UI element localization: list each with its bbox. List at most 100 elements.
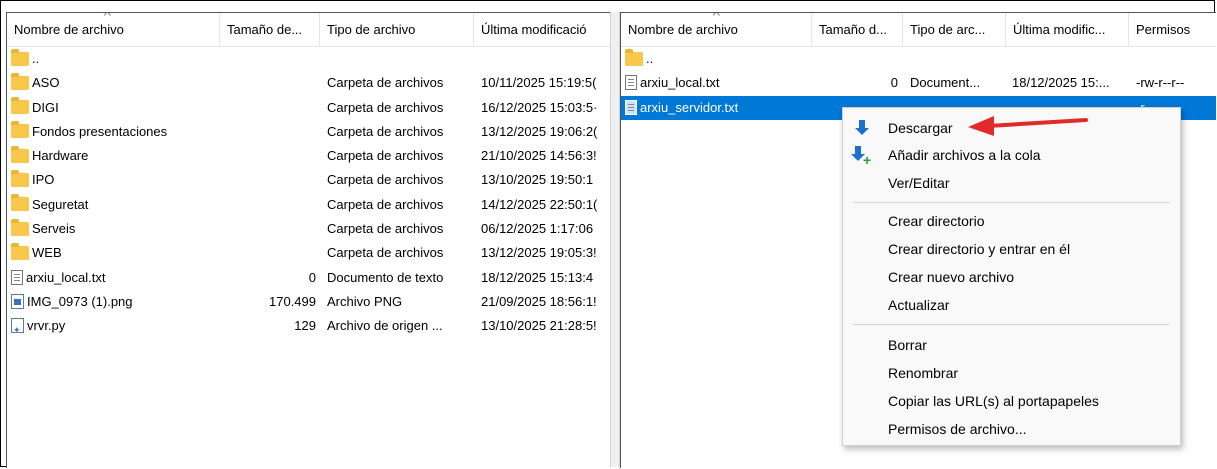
pane-splitter[interactable] — [610, 12, 620, 467]
menu-item-label: Copiar las URL(s) al portapapeles — [888, 393, 1099, 409]
local-file-row[interactable]: IMG_0973 (1).png 170.499 Archivo PNG 21/09/… — [7, 290, 611, 314]
add-to-queue-icon: + — [851, 146, 871, 167]
menu-item-create-file[interactable]: Crear nuevo archivo — [843, 264, 1180, 291]
text-file-icon — [625, 99, 637, 115]
menu-item-create-directory-enter[interactable]: Crear directorio y entrar en él — [843, 236, 1180, 263]
file-name: ASO — [11, 71, 220, 95]
remote-col-modified[interactable]: Última modific... — [1006, 13, 1129, 46]
local-file-list[interactable]: ^ Nombre de archivo Tamaño de... Tipo de… — [6, 12, 611, 468]
folder-icon — [11, 121, 29, 139]
folder-icon — [11, 218, 29, 236]
menu-item-delete[interactable]: Borrar — [843, 332, 1180, 359]
file-modified: 14/12/2025 22:50:1( — [481, 196, 598, 212]
folder-icon — [11, 194, 29, 212]
menu-item-download[interactable]: Descargar — [843, 115, 1180, 142]
file-name: vrvr.py — [11, 314, 220, 338]
file-name-label: vrvr.py — [27, 318, 66, 334]
remote-col-size[interactable]: Tamaño d... — [812, 13, 903, 46]
file-size: 170.499 — [269, 293, 316, 309]
file-name-label: ASO — [32, 75, 60, 91]
local-file-row[interactable]: WEB Carpeta de archivos 13/12/2025 19:05:3… — [7, 241, 611, 265]
file-type — [910, 47, 1006, 71]
folder-icon — [11, 48, 29, 66]
menu-item-label: Crear directorio y entrar en él — [888, 241, 1071, 257]
menu-item-rename[interactable]: Renombrar — [843, 360, 1180, 387]
file-name: arxiu_local.txt — [11, 266, 220, 290]
local-col-type[interactable]: Tipo de archivo — [320, 13, 474, 46]
local-col-name[interactable]: Nombre de archivo — [7, 13, 220, 46]
folder-icon — [11, 97, 29, 115]
local-file-row[interactable]: vrvr.py 129 Archivo de origen ... 13/10/202… — [7, 314, 611, 338]
file-name: Seguretat — [11, 193, 220, 217]
file-name: Fondos presentaciones — [11, 120, 220, 144]
file-type: Carpeta de archivos — [327, 99, 444, 115]
local-file-row[interactable]: DIGI Carpeta de archivos 16/12/2025 15:03:… — [7, 96, 611, 120]
local-file-row[interactable]: Fondos presentaciones Carpeta de archivos… — [7, 120, 611, 144]
remote-col-type[interactable]: Tipo de arc... — [903, 13, 1006, 46]
remote-file-row[interactable]: arxiu_local.txt 0 Document... 18/12/2025 15… — [621, 71, 1216, 95]
file-size — [220, 120, 316, 144]
local-file-row[interactable]: Seguretat Carpeta de archivos 14/12/2025 2… — [7, 193, 611, 217]
local-file-row[interactable]: ASO Carpeta de archivos 10/11/2025 15:19:5… — [7, 71, 611, 95]
folder-icon — [11, 170, 29, 188]
local-col-modified[interactable]: Última modificació — [474, 13, 611, 46]
local-rows: .. ASO Carpeta de archivos 10/11/2025 15:19… — [7, 47, 611, 339]
file-size: 129 — [294, 318, 316, 334]
text-file-icon — [625, 75, 637, 91]
menu-item-copy-urls[interactable]: Copiar las URL(s) al portapapeles — [843, 388, 1180, 415]
file-size: 0 — [308, 269, 316, 285]
file-name: Serveis — [11, 217, 220, 241]
remote-col-name[interactable]: Nombre de archivo — [621, 13, 812, 46]
file-type: Carpeta de archivos — [327, 196, 444, 212]
file-type: Carpeta de archivos — [327, 148, 444, 164]
png-file-icon — [11, 294, 24, 310]
file-size — [220, 168, 316, 192]
file-type: Archivo de origen ... — [327, 318, 443, 334]
file-type: Documento de texto — [327, 269, 444, 285]
file-modified — [1012, 47, 1129, 71]
local-file-row[interactable]: IPO Carpeta de archivos 13/10/2025 19:50:1 — [7, 168, 611, 192]
remote-file-row[interactable]: .. — [621, 47, 1216, 71]
file-permissions — [1136, 47, 1214, 71]
file-size — [220, 96, 316, 120]
file-modified: 21/10/2025 14:56:3! — [481, 148, 597, 164]
menu-item-label: Descargar — [888, 120, 953, 136]
menu-item-add-to-queue[interactable]: + Añadir archivos a la cola — [843, 142, 1180, 169]
folder-icon — [11, 242, 29, 260]
menu-item-create-directory[interactable]: Crear directorio — [843, 208, 1180, 235]
local-list-header: ^ Nombre de archivo Tamaño de... Tipo de… — [7, 13, 611, 47]
folder-icon — [625, 48, 643, 66]
file-size — [220, 71, 316, 95]
file-modified — [481, 47, 611, 71]
file-size — [220, 193, 316, 217]
menu-item-file-permissions[interactable]: Permisos de archivo... — [843, 416, 1180, 443]
local-col-size[interactable]: Tamaño de... — [220, 13, 320, 46]
file-modified: 10/11/2025 15:19:5( — [481, 75, 597, 91]
file-name-label: Fondos presentaciones — [32, 123, 168, 139]
remote-col-permissions[interactable]: Permisos — [1129, 13, 1216, 46]
file-modified: 13/12/2025 19:05:3! — [481, 245, 597, 261]
file-size — [220, 47, 316, 71]
file-size — [220, 144, 316, 168]
file-size — [812, 47, 898, 71]
file-name: IMG_0973 (1).png — [11, 290, 220, 314]
local-file-row[interactable]: arxiu_local.txt 0 Documento de texto 18/12/… — [7, 266, 611, 290]
menu-item-refresh[interactable]: Actualizar — [843, 292, 1180, 319]
file-modified: 13/10/2025 21:28:5! — [481, 318, 597, 334]
file-name: WEB — [11, 241, 220, 265]
menu-separator — [853, 324, 1170, 325]
file-name-label: Serveis — [32, 221, 76, 237]
file-type: Carpeta de archivos — [327, 221, 444, 237]
file-modified: 06/12/2025 1:17:06 — [481, 221, 594, 237]
file-size — [220, 241, 316, 265]
file-name-label: arxiu_local.txt — [640, 75, 720, 91]
local-file-row[interactable]: Hardware Carpeta de archivos 21/10/2025 14… — [7, 144, 611, 168]
local-file-row[interactable]: Serveis Carpeta de archivos 06/12/2025 1:1… — [7, 217, 611, 241]
menu-item-label: Permisos de archivo... — [888, 421, 1027, 437]
menu-item-view-edit[interactable]: Ver/Editar — [843, 170, 1180, 197]
file-type: Carpeta de archivos — [327, 75, 444, 91]
menu-separator — [853, 202, 1170, 203]
local-file-row[interactable]: .. — [7, 47, 611, 71]
file-modified: 16/12/2025 15:03:5· — [481, 99, 598, 115]
menu-item-label: Ver/Editar — [888, 175, 950, 191]
